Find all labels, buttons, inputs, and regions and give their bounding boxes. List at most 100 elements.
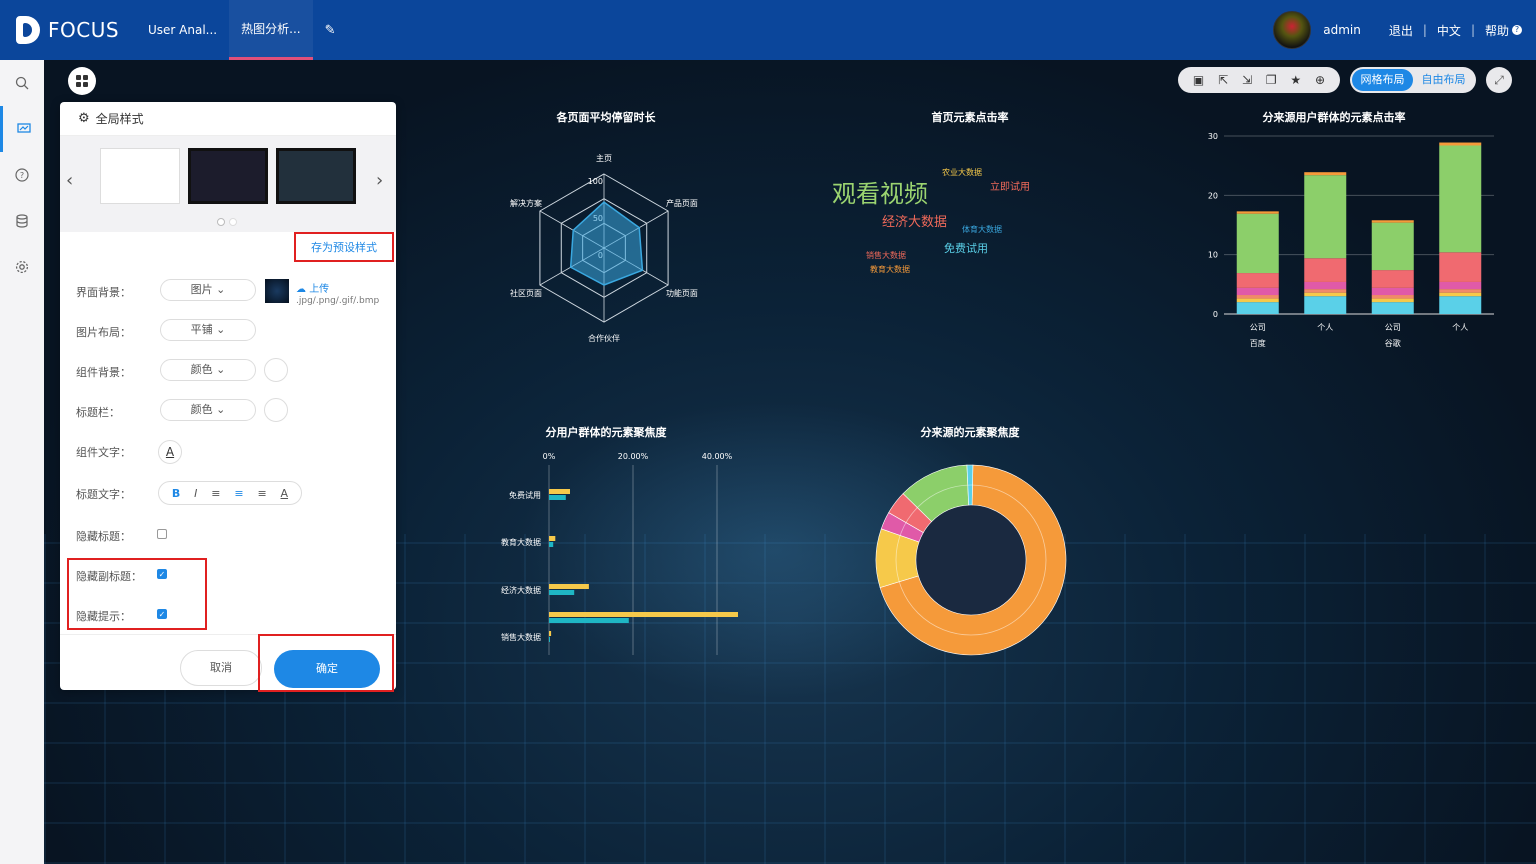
copy-icon[interactable]: ❐: [1266, 73, 1277, 87]
italic-icon[interactable]: I: [194, 487, 197, 500]
cancel-button[interactable]: 取消: [180, 650, 262, 686]
free-layout-button[interactable]: 自由布局: [1413, 69, 1474, 91]
dashboard-icon[interactable]: [0, 106, 44, 152]
save-icon[interactable]: ▣: [1193, 73, 1204, 87]
hbar-bar: [549, 618, 629, 623]
bg-value: 图片: [190, 283, 213, 296]
theme-white[interactable]: [100, 148, 180, 204]
radar-chart-title: 各页面平均停留时长: [556, 111, 656, 124]
radar-axis-label: 功能页面: [666, 288, 698, 298]
username[interactable]: admin: [1323, 23, 1361, 37]
stacked-bar-segment: [1304, 175, 1347, 259]
hbar-bar: [549, 489, 570, 494]
bg-select[interactable]: 图片 ⌄: [160, 279, 256, 301]
help-link[interactable]: 帮助: [1485, 22, 1509, 39]
horizontal-bar-chart: 0%20.00%40.00%60.00%免费试用教育大数据经济大数据销售大数据: [501, 452, 738, 655]
wordcloud-word: 农业大数据: [942, 167, 982, 177]
x-tick-label: 个人: [1452, 323, 1468, 332]
upload-button[interactable]: ☁ 上传 .jpg/.png/.gif/.bmp: [296, 280, 379, 306]
radar-tick-label: 100: [588, 177, 603, 186]
grid-icon: [76, 75, 88, 87]
confirm-button[interactable]: 确定: [274, 650, 380, 688]
hide-title-label: 隐藏标题：: [76, 530, 131, 543]
font-color-icon[interactable]: A: [281, 487, 289, 500]
stacked-bar-title: 分来源用户群体的元素点击率: [1262, 111, 1406, 124]
titlebar-color-picker[interactable]: [264, 398, 288, 422]
align-right-icon[interactable]: ≡: [257, 487, 266, 500]
x-tick-label: 40.00%: [702, 452, 733, 461]
avatar[interactable]: [1273, 11, 1312, 49]
stacked-bar-segment: [1236, 211, 1279, 214]
stacked-bar-segment: [1304, 258, 1347, 282]
layout-select[interactable]: 平铺 ⌄: [160, 319, 256, 341]
wordcloud-word: 立即试用: [990, 180, 1030, 193]
layout-toggle: 网格布局 自由布局: [1350, 67, 1476, 93]
stacked-bar-segment: [1304, 281, 1347, 290]
wordcloud-chart: 观看视频经济大数据 立即试用农业大数据免费试用 体育大数据销售大数据教育大数据: [832, 167, 1030, 274]
grid-layout-button[interactable]: 网格布局: [1352, 69, 1413, 91]
hide-subtitle-checkbox[interactable]: ✓: [157, 569, 167, 579]
radar-axis-label: 社区页面: [510, 288, 542, 298]
global-style-panel: ⚙ 全局样式 ‹ › 存为预设样式 界面背景： 图片 ⌄ ☁ 上传 .jpg/.p…: [60, 102, 396, 692]
widget-bg-label: 组件背景：: [76, 366, 131, 379]
save-preset-button[interactable]: 存为预设样式: [294, 232, 394, 262]
bold-icon[interactable]: B: [172, 487, 180, 500]
carousel-dot[interactable]: [217, 218, 225, 226]
logout-link[interactable]: 退出: [1389, 22, 1413, 39]
wordcloud-word: 教育大数据: [870, 264, 910, 274]
language-link[interactable]: 中文: [1437, 22, 1461, 39]
tab-heatmap-analysis[interactable]: 热图分析...: [229, 0, 314, 60]
app-logo[interactable]: FOCUS: [16, 16, 136, 44]
help-circle-icon[interactable]: ?: [0, 152, 44, 198]
share-icon[interactable]: ⇲: [1242, 73, 1252, 87]
upload-label: 上传: [309, 284, 330, 295]
hide-tip-label: 隐藏提示：: [76, 610, 131, 623]
radar-axis-label: 解决方案: [510, 198, 542, 208]
theme-navy[interactable]: [276, 148, 356, 204]
panel-title: 全局样式: [95, 112, 144, 126]
chevron-right-icon[interactable]: ›: [376, 170, 383, 191]
carousel-dot[interactable]: [229, 218, 237, 226]
star-icon[interactable]: ★: [1290, 73, 1301, 87]
stacked-bar-segment: [1371, 298, 1414, 303]
y-tick-label: 20: [1208, 191, 1218, 200]
stacked-bar-segment: [1236, 287, 1279, 296]
fullscreen-icon[interactable]: ⤢: [1486, 67, 1512, 93]
database-icon[interactable]: [0, 198, 44, 244]
help-icon[interactable]: ?: [1512, 25, 1522, 35]
stacked-bar-chart: 0 10 20 30 公司 个人 公司 个人百度 谷歌: [1208, 132, 1494, 348]
tab-user-analysis[interactable]: User Anal...: [136, 0, 229, 60]
x-tick-label: 公司: [1250, 323, 1266, 332]
search-icon[interactable]: [0, 60, 44, 106]
settings-icon[interactable]: [0, 244, 44, 290]
font-color-button[interactable]: A: [158, 440, 182, 464]
align-left-icon[interactable]: ≡: [211, 487, 220, 500]
y-category-label: 免费试用: [509, 490, 541, 500]
hbar-bar: [549, 495, 566, 500]
stacked-bar-segment: [1304, 292, 1347, 297]
export-icon[interactable]: ⇱: [1218, 73, 1228, 87]
stacked-bar-segment: [1304, 296, 1347, 314]
donut-chart: [875, 464, 1067, 656]
widget-bg-select[interactable]: 颜色 ⌄: [160, 359, 256, 381]
hide-title-checkbox[interactable]: [157, 529, 167, 539]
titlebar-value: 颜色: [190, 403, 213, 416]
theme-dark[interactable]: [188, 148, 268, 204]
y-category-label: 经济大数据: [501, 585, 541, 595]
widget-bg-color-picker[interactable]: [264, 358, 288, 382]
wordcloud-word: 销售大数据: [866, 250, 906, 260]
donut-hole: [916, 505, 1026, 615]
hide-subtitle-label: 隐藏副标题：: [76, 570, 142, 583]
chevron-left-icon[interactable]: ‹: [66, 170, 73, 191]
align-center-icon[interactable]: ≡: [234, 487, 243, 500]
layout-label: 图片布局：: [76, 326, 131, 339]
add-icon[interactable]: ⊕: [1315, 73, 1325, 87]
widget-menu-button[interactable]: [68, 67, 96, 95]
hbar-bar: [549, 536, 556, 541]
x-group-label: 百度: [1250, 338, 1266, 348]
hide-tip-checkbox[interactable]: ✓: [157, 609, 167, 619]
titlebar-select[interactable]: 颜色 ⌄: [160, 399, 256, 421]
edit-icon[interactable]: ✎: [325, 23, 336, 38]
x-group-label: 谷歌: [1385, 338, 1401, 348]
dashboard-toolbar: ▣ ⇱ ⇲ ❐ ★ ⊕: [1178, 67, 1340, 93]
